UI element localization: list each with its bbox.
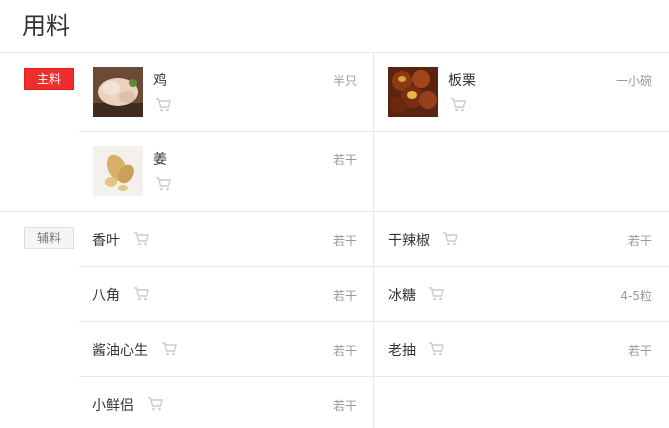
cart-icon[interactable]: [133, 287, 149, 301]
cart-icon[interactable]: [155, 177, 171, 191]
ingredient-name[interactable]: 香叶: [92, 230, 120, 250]
cart-icon[interactable]: [147, 397, 163, 411]
ingredient-qty: 半只: [332, 74, 357, 88]
ingredient-qty: 若干: [332, 153, 357, 167]
divider: [79, 266, 669, 267]
ingredient-qty: 若干: [332, 234, 357, 248]
ingredient-name[interactable]: 老抽: [388, 340, 416, 360]
divider: [0, 211, 669, 212]
ingredient-name[interactable]: 酱油心生: [92, 340, 148, 360]
ingredient-name[interactable]: 鸡: [153, 70, 167, 90]
cart-icon[interactable]: [161, 342, 177, 356]
ingredient-name[interactable]: 姜: [153, 149, 167, 169]
ingredient-qty: 若干: [627, 234, 652, 248]
ingredient-qty: 一小碗: [615, 74, 652, 88]
divider: [0, 52, 669, 53]
ingredient-qty: 若干: [332, 344, 357, 358]
cart-icon[interactable]: [133, 232, 149, 246]
ingredient-qty: 若干: [332, 399, 357, 413]
ingredient-qty: 若干: [627, 344, 652, 358]
cart-icon[interactable]: [442, 232, 458, 246]
chicken-photo[interactable]: [93, 67, 143, 117]
cart-icon[interactable]: [428, 287, 444, 301]
ingredient-name[interactable]: 冰糖: [388, 285, 416, 305]
ingredient-name[interactable]: 板栗: [448, 70, 476, 90]
divider: [79, 131, 669, 132]
cart-icon[interactable]: [155, 98, 171, 112]
divider: [79, 376, 669, 377]
ingredient-name[interactable]: 干辣椒: [388, 230, 430, 250]
ingredient-qty: 若干: [332, 289, 357, 303]
ingredient-qty: 4-5粒: [620, 289, 652, 303]
main-ingredients-badge: 主料: [24, 68, 74, 90]
ingredient-name[interactable]: 八角: [92, 285, 120, 305]
chestnut-photo[interactable]: [388, 67, 438, 117]
aux-ingredients-badge: 辅料: [24, 227, 74, 249]
page-title: 用料: [22, 12, 70, 40]
ginger-photo[interactable]: [93, 146, 143, 196]
divider: [79, 321, 669, 322]
cart-icon[interactable]: [428, 342, 444, 356]
ingredient-name[interactable]: 小鲜侣: [92, 395, 134, 415]
cart-icon[interactable]: [450, 98, 466, 112]
divider: [373, 53, 374, 428]
